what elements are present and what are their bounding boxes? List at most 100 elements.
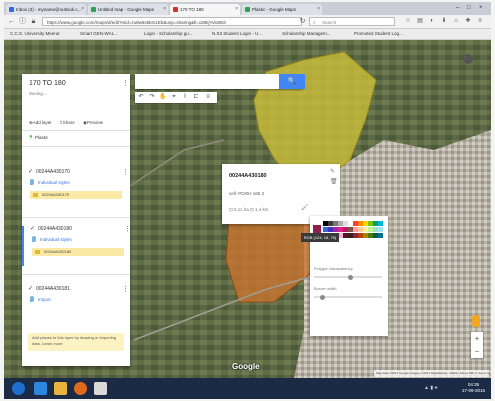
directions-icon[interactable]: ⊏ xyxy=(191,92,201,103)
reading-list-icon[interactable]: ▤ xyxy=(416,17,424,26)
close-icon[interactable]: × xyxy=(163,4,166,15)
menu-icon[interactable]: ≡ xyxy=(476,17,484,26)
home-icon[interactable]: ⌂ xyxy=(452,17,460,26)
style-link[interactable]: Individual styles xyxy=(38,180,70,185)
bookmark-item[interactable]: C.C.S. University Meerut xyxy=(10,29,60,39)
add-layer-button[interactable]: ⊕ Add layer xyxy=(29,118,52,127)
map-search-input[interactable] xyxy=(135,74,303,89)
clock[interactable]: 04:35 27-09-2016 xyxy=(462,382,485,394)
checkbox-icon[interactable]: ✓ xyxy=(28,286,33,292)
ruler-icon[interactable]: ≡ xyxy=(203,92,213,103)
base-layer-row[interactable]: 📍︎ Plastic xyxy=(28,135,48,141)
bookmark-item[interactable]: Promoted Student Log... xyxy=(354,29,403,39)
info-icon[interactable]: ⓘ xyxy=(18,17,27,26)
import-link[interactable]: Import xyxy=(38,297,51,302)
layer-00244a430170[interactable]: ✓ 00244A430170 ⋮ Individual styles 00244… xyxy=(22,169,130,209)
style-link[interactable]: Individual styles xyxy=(40,237,72,242)
clock-date: 27-09-2016 xyxy=(461,388,485,393)
map-toolbar: ↶ ↷ ✋ ⌖ ⌇ ⊏ ≡ xyxy=(135,92,217,103)
tab-170-to-180[interactable]: 170 TO 180 × xyxy=(170,4,240,15)
redo-icon[interactable]: ↷ xyxy=(147,92,157,103)
download-icon[interactable]: ⬇ xyxy=(440,17,448,26)
checkbox-icon[interactable]: ✓ xyxy=(30,226,35,232)
media-icon[interactable] xyxy=(94,382,107,395)
minimize-button[interactable]: – xyxy=(456,4,459,13)
addon-icon[interactable]: ✚ xyxy=(464,17,472,26)
bookmark-item[interactable]: Login - Scholarship gu... xyxy=(144,29,193,39)
star-icon[interactable]: ☆ xyxy=(404,17,412,26)
layer-menu-icon[interactable]: ⋮ xyxy=(122,286,129,293)
selected-color-swatch[interactable] xyxy=(313,225,321,233)
list-item[interactable]: 00244A430170 xyxy=(30,191,122,199)
layer-name[interactable]: 00244A430180 xyxy=(38,226,72,232)
hand-icon[interactable]: ✋ xyxy=(158,92,168,103)
color-swatch[interactable] xyxy=(378,221,383,226)
border-width-slider[interactable] xyxy=(314,294,382,300)
tab-label: Inbox (3) - myname@outlook.c... xyxy=(16,7,82,12)
share-label: Share xyxy=(62,120,75,125)
marker-icon[interactable]: ⌖ xyxy=(169,92,179,103)
color-swatch[interactable] xyxy=(378,233,383,238)
url-input[interactable]: https://www.google.com/maps/d/edit?mid=z… xyxy=(42,17,302,26)
delete-icon[interactable]: 🗑︎ xyxy=(330,178,338,185)
draw-line-icon[interactable]: ⌇ xyxy=(180,92,190,103)
zoom-out-button[interactable]: − xyxy=(471,345,483,358)
reload-icon[interactable]: ↻ xyxy=(298,17,307,26)
taskbar: ▲ ▮ 🔊︎ 04:35 27-09-2016 xyxy=(4,378,491,399)
layer-name[interactable]: 00244A430181 xyxy=(36,286,70,292)
layer-menu-icon[interactable]: ⋮ xyxy=(124,226,131,233)
tab-plastic[interactable]: Plastic - Google Maps × xyxy=(242,4,322,15)
slider-knob[interactable] xyxy=(348,274,353,280)
style-icon xyxy=(32,236,36,242)
bookmark-item[interactable]: Smart GEN-WAL... xyxy=(80,29,118,39)
close-window-button[interactable]: × xyxy=(479,4,483,13)
tab-label: Untitled map - Google Maps xyxy=(98,7,155,12)
paint-bucket-icon[interactable]: 🖌︎ xyxy=(301,204,309,211)
layer-00244a430180[interactable]: ✓ 00244A430180 ⋮ Individual styles 00244… xyxy=(22,226,132,266)
mymaps-icon xyxy=(173,7,178,12)
maximize-button[interactable]: □ xyxy=(467,4,471,13)
pocket-icon[interactable]: ◐ xyxy=(428,17,436,26)
transparency-slider[interactable] xyxy=(314,274,382,280)
ie-icon[interactable] xyxy=(34,382,47,395)
tab-bar: Inbox (3) - myname@outlook.c... × Untitl… xyxy=(4,2,491,15)
layer-00244a430181[interactable]: ✓ 00244A430181 ⋮ Import xyxy=(22,286,130,326)
map-search-button[interactable]: 🔍 xyxy=(279,74,305,89)
slider-knob[interactable] xyxy=(320,294,325,300)
zoom-in-button[interactable]: + xyxy=(471,332,483,345)
checkbox-icon[interactable]: ✓ xyxy=(28,169,33,175)
start-icon[interactable] xyxy=(12,382,25,395)
map-title[interactable]: 170 TO 180 xyxy=(29,80,66,87)
polygon-icon xyxy=(35,250,40,254)
undo-icon[interactable]: ↶ xyxy=(136,92,146,103)
map-canvas[interactable]: 170 TO 180 Saving... ⋮ ⊕ Add layer ⇪ Sha… xyxy=(4,40,491,378)
pegman-icon[interactable] xyxy=(472,315,480,327)
bookmark-item[interactable]: Scholarship Managem... xyxy=(282,29,331,39)
layer-name[interactable]: 00244A430170 xyxy=(36,169,70,175)
polygon-icon xyxy=(33,193,38,197)
search-icon: ⌕ xyxy=(313,20,316,25)
list-item[interactable]: 00244A430180 xyxy=(32,248,124,256)
edit-icon[interactable]: ✎ xyxy=(330,168,335,175)
bookmark-item[interactable]: N.S3 Student Login - U... xyxy=(212,29,262,39)
explorer-icon[interactable] xyxy=(54,382,67,395)
color-swatch[interactable] xyxy=(378,227,383,232)
close-icon[interactable]: × xyxy=(235,4,238,15)
firefox-icon[interactable] xyxy=(74,382,87,395)
color-tooltip: RGB (124, 18, 79) xyxy=(301,233,339,242)
browser-search-input[interactable]: ⌕ Search xyxy=(309,17,395,26)
item-label: 00244A430170 xyxy=(42,192,70,197)
location-button[interactable] xyxy=(463,54,473,64)
share-button[interactable]: ⇪ Share xyxy=(59,118,75,127)
close-icon[interactable]: × xyxy=(81,4,84,15)
tray-icons[interactable]: ▲ ▮ 🔊︎ xyxy=(424,385,438,391)
item-label: 00244A430180 xyxy=(44,249,72,254)
back-icon[interactable]: ← xyxy=(7,17,16,26)
map-menu-icon[interactable]: ⋮ xyxy=(122,80,129,87)
close-icon[interactable]: × xyxy=(317,4,320,15)
layer-menu-icon[interactable]: ⋮ xyxy=(122,169,129,176)
add-layer-label: Add layer xyxy=(32,120,52,125)
tab-inbox[interactable]: Inbox (3) - myname@outlook.c... × xyxy=(6,4,86,15)
tab-untitled-map[interactable]: Untitled map - Google Maps × xyxy=(88,4,168,15)
preview-button[interactable]: ◉ Preview xyxy=(83,118,103,127)
